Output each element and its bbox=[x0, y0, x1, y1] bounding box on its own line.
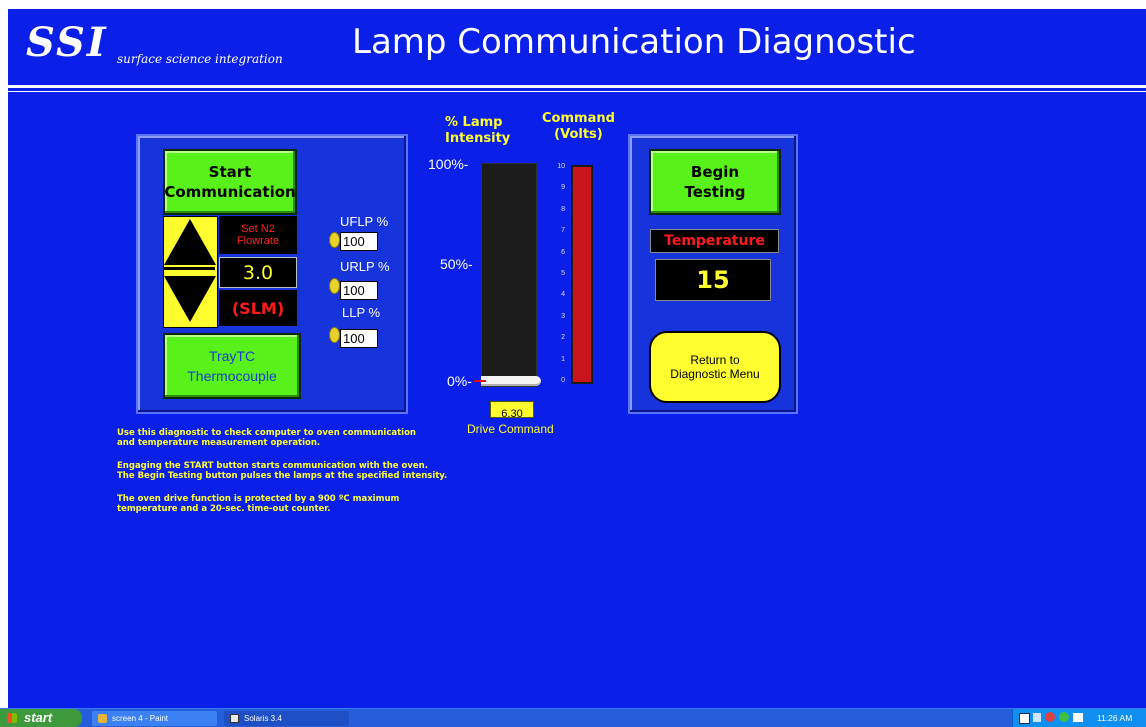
intensity-gauge bbox=[481, 163, 537, 387]
uflp-label: UFLP % bbox=[340, 214, 389, 229]
uflp-input[interactable]: 100 bbox=[340, 232, 378, 251]
header-divider-thin bbox=[8, 91, 1146, 92]
begin-testing-button[interactable]: Begin Testing bbox=[649, 149, 781, 215]
note-1: Use this diagnostic to check computer to… bbox=[117, 428, 416, 448]
volume-icon[interactable] bbox=[1059, 712, 1069, 722]
flow-label-box: Set N2 Flowrate bbox=[219, 216, 297, 254]
volt-tick-6: 6 bbox=[561, 248, 565, 256]
paint-icon bbox=[98, 714, 107, 723]
volt-tick-1: 1 bbox=[561, 355, 565, 363]
stepper-divider bbox=[164, 267, 215, 270]
taskbar: start screen 4 - Paint Solaris 3.4 11:26… bbox=[0, 708, 1146, 727]
note-3: The oven drive function is protected by … bbox=[117, 494, 400, 514]
ssi-logo-text: surface science integration bbox=[117, 52, 283, 66]
security-icon[interactable] bbox=[1045, 712, 1055, 722]
intensity-title: % Lamp Intensity bbox=[445, 115, 511, 146]
increase-arrow-icon[interactable] bbox=[164, 219, 216, 265]
volt-tick-8: 8 bbox=[561, 205, 565, 213]
start-button[interactable]: start bbox=[0, 709, 82, 727]
start-communication-button[interactable]: Start Communication bbox=[163, 149, 297, 215]
windows-logo-icon bbox=[7, 713, 17, 723]
flow-label: Set N2 Flowrate bbox=[236, 223, 280, 247]
temperature-label-box: Temperature bbox=[650, 229, 779, 253]
urlp-label: URLP % bbox=[340, 259, 390, 274]
display-icon[interactable] bbox=[1073, 713, 1083, 722]
help-icon[interactable] bbox=[1019, 713, 1030, 724]
urlp-input[interactable]: 100 bbox=[340, 281, 378, 300]
llp-input[interactable]: 100 bbox=[340, 329, 378, 348]
uflp-spin-icon[interactable] bbox=[329, 232, 340, 248]
header-divider bbox=[8, 85, 1146, 88]
temperature-label: Temperature bbox=[664, 233, 765, 249]
system-tray: 11:26 AM bbox=[1012, 709, 1146, 727]
task-solaris[interactable]: Solaris 3.4 bbox=[224, 711, 349, 726]
volt-tick-9: 9 bbox=[561, 184, 565, 192]
drive-value-display: 6.30 bbox=[490, 401, 534, 420]
volt-tick-10: 10 bbox=[557, 163, 565, 170]
intensity-tick-0: 0%- bbox=[447, 373, 472, 389]
command-bar-fill bbox=[573, 167, 591, 382]
ssi-logo-mark: SSI bbox=[26, 19, 108, 66]
intensity-slider-tip bbox=[474, 380, 486, 382]
urlp-spin-icon[interactable] bbox=[329, 278, 340, 294]
volt-tick-5: 5 bbox=[561, 270, 565, 277]
temperature-value: 15 bbox=[696, 266, 730, 294]
volt-tick-0: 0 bbox=[561, 377, 565, 384]
llp-spin-icon[interactable] bbox=[329, 327, 340, 343]
task-paint[interactable]: screen 4 - Paint bbox=[92, 711, 217, 726]
flow-unit-box: (SLM) bbox=[219, 290, 297, 326]
page-title: Lamp Communication Diagnostic bbox=[352, 22, 916, 62]
task-paint-label: screen 4 - Paint bbox=[112, 714, 169, 723]
task-solaris-label: Solaris 3.4 bbox=[244, 714, 282, 723]
traytc-thermocouple-button[interactable]: TrayTC Thermocouple bbox=[163, 333, 301, 399]
flow-value: 3.0 bbox=[242, 261, 274, 284]
drive-command-label: Drive Command bbox=[467, 422, 554, 436]
flow-unit: (SLM) bbox=[231, 298, 285, 318]
intensity-tick-100: 100%- bbox=[428, 156, 469, 172]
network-icon[interactable] bbox=[1033, 713, 1041, 722]
return-button-label: Return to Diagnostic Menu bbox=[670, 353, 760, 381]
drive-value: 6.30 bbox=[501, 408, 523, 420]
start-label: start bbox=[24, 710, 53, 725]
volt-tick-4: 4 bbox=[561, 291, 565, 299]
llp-label: LLP % bbox=[342, 305, 381, 320]
decrease-arrow-icon[interactable] bbox=[164, 276, 216, 322]
intensity-slider-thumb[interactable] bbox=[481, 376, 541, 386]
tray-clock: 11:26 AM bbox=[1097, 713, 1133, 723]
volt-tick-7: 7 bbox=[561, 227, 565, 235]
volt-tick-2: 2 bbox=[561, 334, 565, 342]
intensity-tick-50: 50%- bbox=[440, 256, 473, 272]
note-2: Engaging the START button starts communi… bbox=[117, 461, 448, 481]
temperature-display: 15 bbox=[655, 259, 771, 301]
volt-tick-3: 3 bbox=[561, 312, 565, 320]
flow-value-display[interactable]: 3.0 bbox=[219, 257, 297, 288]
command-title: Command (Volts) bbox=[542, 111, 615, 142]
solaris-icon bbox=[230, 714, 239, 723]
return-to-diagnostic-menu-button[interactable]: Return to Diagnostic Menu bbox=[649, 331, 781, 403]
